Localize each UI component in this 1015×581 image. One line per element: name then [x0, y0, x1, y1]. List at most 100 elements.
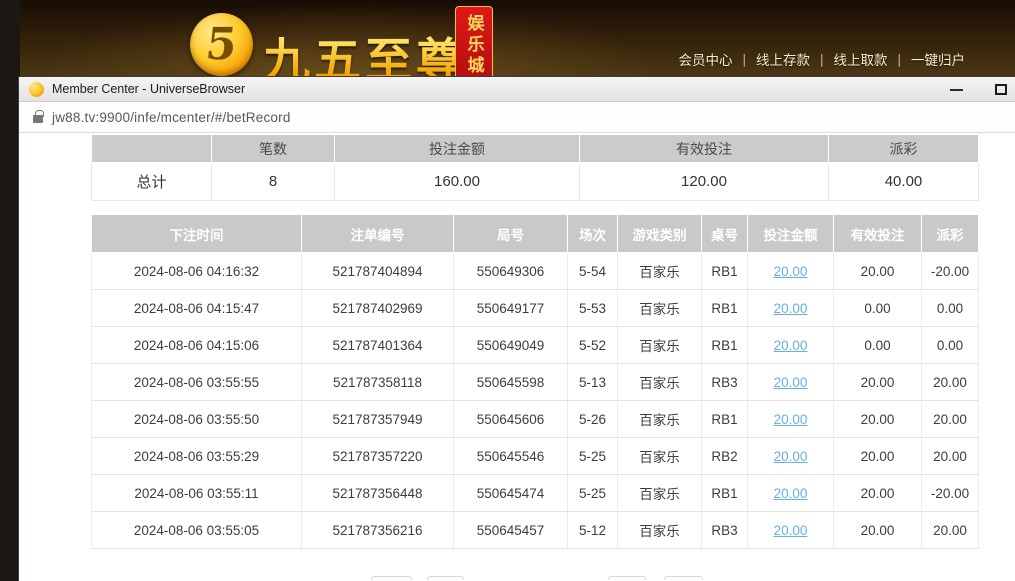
cell-bet-amount: 20.00	[748, 364, 834, 401]
minimize-icon	[950, 89, 963, 91]
summary-valid-bet: 120.00	[580, 163, 829, 201]
address-bar[interactable]: jw88.tv:9900/infe/mcenter/#/betRecord	[19, 102, 1015, 133]
window-title: Member Center - UniverseBrowser	[52, 82, 245, 96]
cell: 0.00	[922, 327, 979, 364]
nav-link-3[interactable]: 线上取款	[823, 49, 897, 69]
cell: RB2	[702, 438, 748, 475]
pagination-button[interactable]	[608, 576, 646, 580]
cell: 2024-08-06 04:16:32	[92, 253, 302, 290]
cell: 521787357220	[302, 438, 454, 475]
summary-count: 8	[212, 163, 335, 201]
bet-amount-link[interactable]: 20.00	[774, 375, 808, 390]
coin-logo-icon: 5	[190, 13, 253, 76]
cell: 百家乐	[618, 253, 702, 290]
cell: 0.00	[922, 290, 979, 327]
url-text: jw88.tv:9900/infe/mcenter/#/betRecord	[52, 110, 291, 125]
page-content: 笔数投注金额有效投注派彩 总计 8 160.00 120.00 40.00 下注…	[19, 133, 1015, 580]
bet-amount-link[interactable]: 20.00	[774, 338, 808, 353]
summary-header-row: 笔数投注金额有效投注派彩	[92, 135, 979, 163]
cell: 20.00	[834, 253, 922, 290]
column-header: 桌号	[702, 215, 748, 253]
cell: 20.00	[834, 475, 922, 512]
cell: 5-54	[568, 253, 618, 290]
pagination-button[interactable]	[427, 576, 464, 580]
column-header: 局号	[454, 215, 568, 253]
cell: 20.00	[922, 438, 979, 475]
column-header: 游戏类别	[618, 215, 702, 253]
pagination-button[interactable]	[664, 576, 703, 580]
nav-link-2[interactable]: 线上存款	[746, 49, 820, 69]
summary-payout: 40.00	[829, 163, 979, 201]
cell-bet-amount: 20.00	[748, 253, 834, 290]
cell: 百家乐	[618, 512, 702, 549]
cell: RB3	[702, 512, 748, 549]
column-header: 投注金额	[335, 135, 580, 163]
table-row: 2024-08-06 04:15:47521787402969550649177…	[92, 290, 979, 327]
cell: 20.00	[922, 364, 979, 401]
cell: RB1	[702, 475, 748, 512]
cell: 2024-08-06 03:55:55	[92, 364, 302, 401]
cell: 百家乐	[618, 327, 702, 364]
cell: 百家乐	[618, 401, 702, 438]
column-header	[92, 135, 212, 163]
cell: 5-25	[568, 438, 618, 475]
bet-amount-link[interactable]: 20.00	[774, 264, 808, 279]
bet-amount-link[interactable]: 20.00	[774, 523, 808, 538]
cell: 2024-08-06 03:55:11	[92, 475, 302, 512]
bet-amount-link[interactable]: 20.00	[774, 449, 808, 464]
column-header: 派彩	[922, 215, 979, 253]
cell: 20.00	[834, 401, 922, 438]
cell: 550645474	[454, 475, 568, 512]
cell: 百家乐	[618, 438, 702, 475]
browser-window: Member Center - UniverseBrowser jw88.tv:…	[18, 76, 1015, 581]
pagination-button[interactable]	[371, 576, 412, 580]
maximize-button[interactable]	[984, 77, 1015, 102]
cell: 5-12	[568, 512, 618, 549]
cell: 5-53	[568, 290, 618, 327]
cell: 百家乐	[618, 364, 702, 401]
cell: 521787404894	[302, 253, 454, 290]
top-nav: 会员中心|线上存款|线上取款|一键归户	[668, 49, 975, 69]
minimize-button[interactable]	[939, 77, 973, 102]
column-header: 投注金额	[748, 215, 834, 253]
cell-bet-amount: 20.00	[748, 401, 834, 438]
column-header: 笔数	[212, 135, 335, 163]
window-titlebar[interactable]: Member Center - UniverseBrowser	[19, 77, 1015, 102]
cell: 521787358118	[302, 364, 454, 401]
cell: 550645546	[454, 438, 568, 475]
cell: 20.00	[834, 438, 922, 475]
bet-amount-link[interactable]: 20.00	[774, 412, 808, 427]
cell: 550645457	[454, 512, 568, 549]
cell-bet-amount: 20.00	[748, 290, 834, 327]
cell: 550649177	[454, 290, 568, 327]
table-row: 2024-08-06 03:55:11521787356448550645474…	[92, 475, 979, 512]
lock-icon	[33, 115, 43, 123]
table-row: 2024-08-06 03:55:55521787358118550645598…	[92, 364, 979, 401]
cell: 5-25	[568, 475, 618, 512]
nav-link-1[interactable]: 会员中心	[668, 49, 742, 69]
bet-amount-link[interactable]: 20.00	[774, 486, 808, 501]
cell: -20.00	[922, 253, 979, 290]
cell: 2024-08-06 04:15:06	[92, 327, 302, 364]
summary-total-row: 总计 8 160.00 120.00 40.00	[92, 163, 979, 201]
column-header: 派彩	[829, 135, 979, 163]
cell-bet-amount: 20.00	[748, 438, 834, 475]
cell: 521787401364	[302, 327, 454, 364]
bet-amount-link[interactable]: 20.00	[774, 301, 808, 316]
column-header: 有效投注	[834, 215, 922, 253]
cell: 2024-08-06 03:55:50	[92, 401, 302, 438]
cell: 0.00	[834, 290, 922, 327]
coin-glyph: 5	[204, 23, 239, 67]
summary-table: 笔数投注金额有效投注派彩 总计 8 160.00 120.00 40.00	[91, 134, 979, 201]
cell: 550649306	[454, 253, 568, 290]
cell-bet-amount: 20.00	[748, 327, 834, 364]
table-row: 2024-08-06 03:55:50521787357949550645606…	[92, 401, 979, 438]
cell: 2024-08-06 03:55:05	[92, 512, 302, 549]
cell: 521787402969	[302, 290, 454, 327]
cell: 0.00	[834, 327, 922, 364]
nav-link-4[interactable]: 一键归户	[901, 49, 975, 69]
cell: 550645598	[454, 364, 568, 401]
cell: 百家乐	[618, 290, 702, 327]
cell: 5-26	[568, 401, 618, 438]
bet-table-body: 2024-08-06 04:16:32521787404894550649306…	[92, 253, 979, 549]
